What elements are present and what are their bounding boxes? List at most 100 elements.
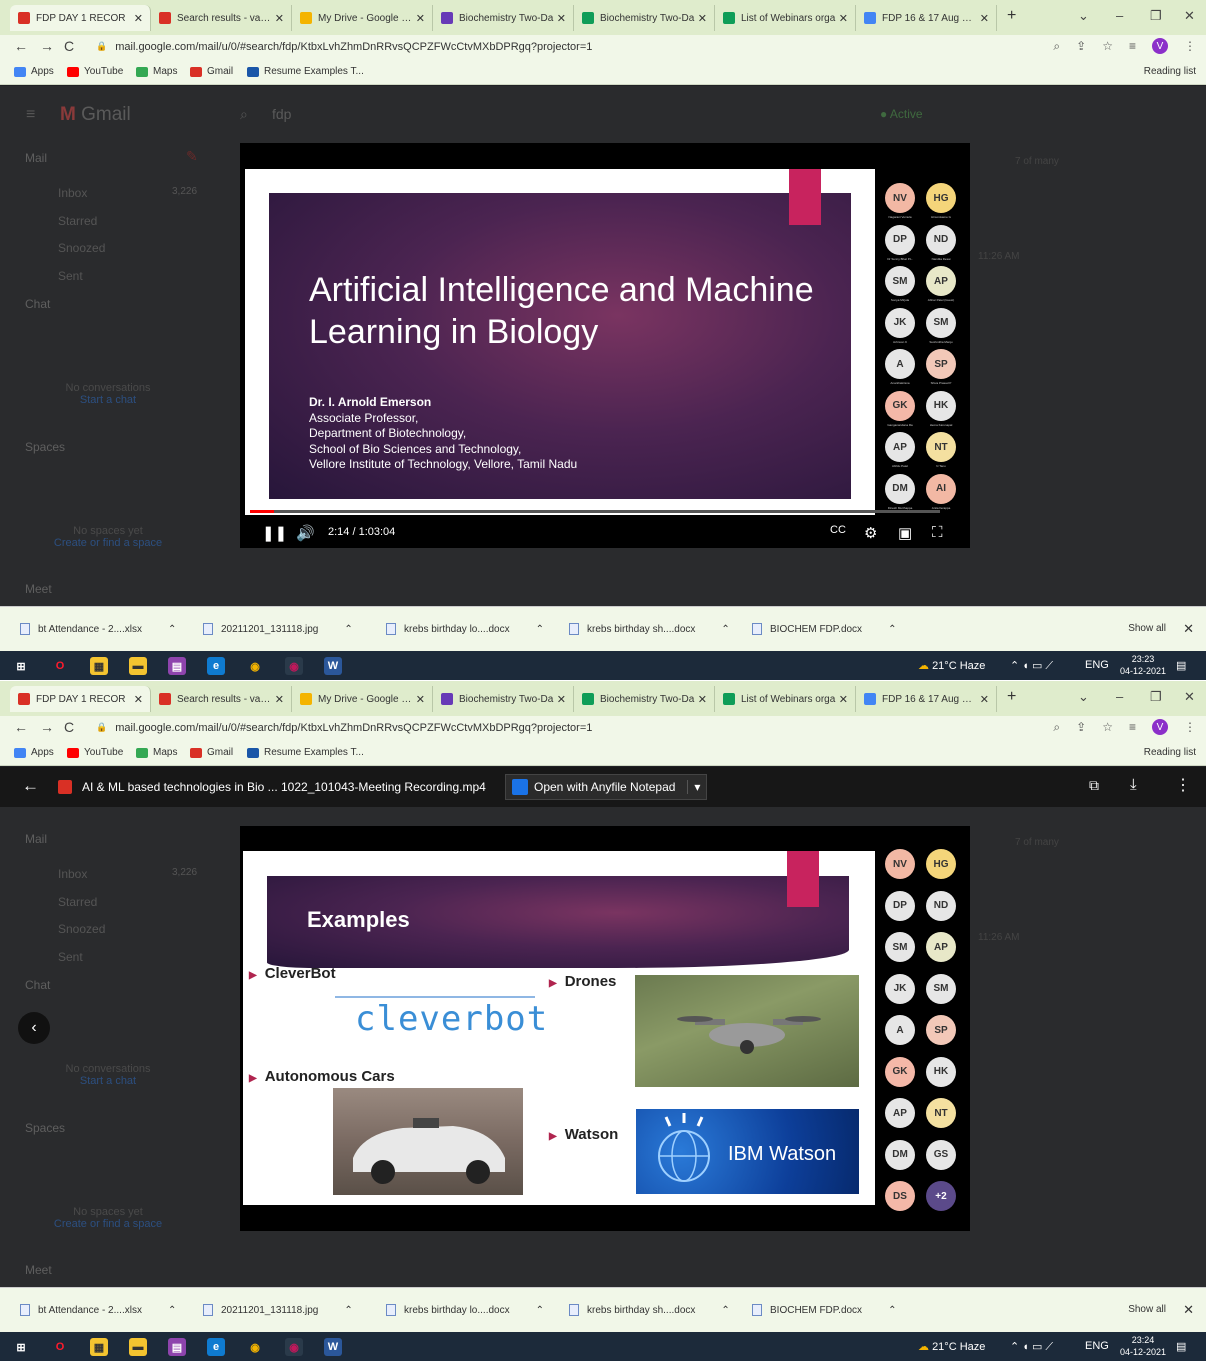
- bookmark-item[interactable]: YouTube: [67, 747, 123, 758]
- reading-list-button[interactable]: Reading list: [1144, 66, 1196, 77]
- create-space-link[interactable]: Create or find a space: [28, 537, 188, 549]
- inbox-item[interactable]: Inbox: [58, 186, 87, 200]
- reading-list-button[interactable]: Reading list: [1144, 747, 1196, 758]
- video-player[interactable]: Artificial Intelligence and Machine Lear…: [240, 143, 970, 548]
- download-item[interactable]: 20211201_131118.jpg ⌃: [203, 1304, 353, 1316]
- participant-avatar[interactable]: HG: [926, 849, 956, 879]
- close-window-icon[interactable]: ✕: [1184, 689, 1195, 705]
- reload-icon[interactable]: C: [64, 719, 74, 735]
- browser-tab[interactable]: Search results - vani.b ✕: [151, 686, 292, 712]
- search-icon[interactable]: ⌕: [240, 106, 248, 123]
- bookmark-item[interactable]: YouTube: [67, 66, 123, 77]
- snoozed-item[interactable]: Snoozed: [58, 241, 105, 255]
- participant-avatar[interactable]: JK: [885, 307, 915, 338]
- opera-icon[interactable]: O: [51, 657, 69, 675]
- weather-widget[interactable]: ☁ 21°C Haze: [918, 1340, 985, 1353]
- menu-icon[interactable]: ⋮: [1184, 39, 1196, 53]
- media-icon[interactable]: ≡: [1129, 39, 1136, 53]
- chat-section[interactable]: Chat: [25, 978, 50, 992]
- chevron-up-icon[interactable]: ⌃: [536, 624, 544, 635]
- zoom-icon[interactable]: ⌕: [1053, 720, 1060, 735]
- edge-icon[interactable]: e: [207, 1338, 225, 1356]
- participant-avatar[interactable]: A: [885, 349, 915, 379]
- url-bar[interactable]: 🔒 mail.google.com/mail/u/0/#search/fdp/K…: [88, 36, 1188, 57]
- back-arrow-icon[interactable]: ←: [22, 776, 39, 796]
- fullscreen-icon[interactable]: ⛶: [932, 524, 943, 541]
- back-icon[interactable]: ←: [14, 38, 28, 54]
- volume-icon[interactable]: 🔊: [296, 524, 315, 542]
- prev-icon[interactable]: ‹: [18, 1012, 50, 1044]
- progress-bar[interactable]: [250, 510, 940, 513]
- browser-tab[interactable]: Biochemistry Two-Da ✕: [433, 5, 574, 31]
- clock[interactable]: 23:24 04-12-2021: [1120, 1334, 1166, 1358]
- system-tray-icons[interactable]: ⌃ ◖ ▭ ⟋: [1010, 1340, 1053, 1354]
- edge-icon[interactable]: e: [207, 657, 225, 675]
- participant-avatar[interactable]: SM: [885, 932, 915, 962]
- starred-item[interactable]: Starred: [58, 214, 97, 228]
- video-player[interactable]: Examples ▶ CleverBot cleverbot ▶ Drones ▶ A…: [240, 826, 970, 1231]
- snoozed-item[interactable]: Snoozed: [58, 922, 105, 936]
- open-with-button[interactable]: Open with Anyfile Notepad ▾: [505, 774, 708, 800]
- windows-icon[interactable]: ⊞: [12, 657, 30, 675]
- maximize-icon[interactable]: ❐: [1150, 8, 1162, 24]
- start-chat-link[interactable]: Start a chat: [28, 394, 188, 406]
- tab-close-icon[interactable]: ✕: [557, 12, 566, 25]
- bookmark-item[interactable]: Apps: [14, 66, 54, 77]
- search-query[interactable]: fdp: [272, 106, 291, 122]
- tab-close-icon[interactable]: ✕: [275, 693, 284, 706]
- chat-section[interactable]: Chat: [25, 297, 50, 311]
- chevron-up-icon[interactable]: ⌃: [536, 1305, 544, 1316]
- forward-icon[interactable]: →: [40, 719, 54, 735]
- participant-avatar[interactable]: DM: [885, 1139, 915, 1170]
- tab-close-icon[interactable]: ✕: [557, 693, 566, 706]
- tab-close-icon[interactable]: ✕: [275, 12, 284, 25]
- participant-avatar[interactable]: NV: [885, 183, 915, 213]
- starred-item[interactable]: Starred: [58, 895, 97, 909]
- bookmark-item[interactable]: Gmail: [190, 747, 233, 758]
- chevron-up-icon[interactable]: ⌃: [888, 1305, 896, 1316]
- participant-avatar[interactable]: AI: [926, 473, 956, 504]
- participant-avatar[interactable]: AP: [885, 1098, 915, 1128]
- participant-avatar[interactable]: GK: [885, 1056, 915, 1087]
- chrome-icon[interactable]: ◉: [246, 1338, 264, 1356]
- browser-tab[interactable]: FDP 16 & 17 Aug 202 ✕: [856, 5, 997, 31]
- chevron-up-icon[interactable]: ⌃: [344, 624, 352, 635]
- create-space-link[interactable]: Create or find a space: [28, 1218, 188, 1230]
- participant-avatar[interactable]: AP: [926, 932, 956, 962]
- mail-section[interactable]: Mail: [25, 151, 47, 165]
- browser-tab[interactable]: Biochemistry Two-Da ✕: [433, 686, 574, 712]
- notifications-icon[interactable]: ▤: [1176, 659, 1186, 672]
- language-indicator[interactable]: ENG: [1085, 659, 1109, 671]
- profile-avatar[interactable]: V: [1152, 719, 1168, 735]
- compose-icon[interactable]: ✎: [186, 148, 198, 165]
- download-item[interactable]: bt Attendance - 2....xlsx ⌃: [20, 1304, 176, 1316]
- dropdown-icon[interactable]: ▾: [687, 780, 700, 794]
- participant-avatar[interactable]: NV: [885, 849, 915, 879]
- tab-close-icon[interactable]: ✕: [134, 693, 143, 706]
- meet-section[interactable]: Meet: [25, 1263, 52, 1277]
- spaces-section[interactable]: Spaces: [25, 1121, 65, 1135]
- weather-widget[interactable]: ☁ 21°C Haze: [918, 659, 985, 672]
- settings-icon[interactable]: ⚙: [864, 524, 877, 542]
- mail-section[interactable]: Mail: [25, 832, 47, 846]
- participant-avatar[interactable]: SM: [926, 973, 956, 1004]
- tab-close-icon[interactable]: ✕: [416, 693, 425, 706]
- minimize-icon[interactable]: –: [1116, 8, 1123, 23]
- bookmark-item[interactable]: Maps: [136, 66, 177, 77]
- participant-avatar[interactable]: HK: [926, 390, 956, 421]
- media-icon[interactable]: ≡: [1129, 720, 1136, 734]
- bookmark-item[interactable]: Gmail: [190, 66, 233, 77]
- windows-icon[interactable]: ⊞: [12, 1338, 30, 1356]
- tab-close-icon[interactable]: ✕: [839, 693, 848, 706]
- browser-tab[interactable]: My Drive - Google Dri ✕: [292, 686, 433, 712]
- chevron-up-icon[interactable]: ⌃: [721, 624, 729, 635]
- share-icon[interactable]: ⇪: [1076, 39, 1086, 53]
- notifications-icon[interactable]: ▤: [1176, 1340, 1186, 1353]
- browser-tab[interactable]: Biochemistry Two-Da ✕: [574, 686, 715, 712]
- back-icon[interactable]: ←: [14, 719, 28, 735]
- participant-avatar[interactable]: HK: [926, 1056, 956, 1087]
- file-explorer-icon[interactable]: ▬: [129, 657, 147, 675]
- star-icon[interactable]: ☆: [1102, 39, 1113, 53]
- browser-tab[interactable]: List of Webinars orga ✕: [715, 5, 856, 31]
- chrome-profile-icon[interactable]: ◉: [285, 657, 303, 675]
